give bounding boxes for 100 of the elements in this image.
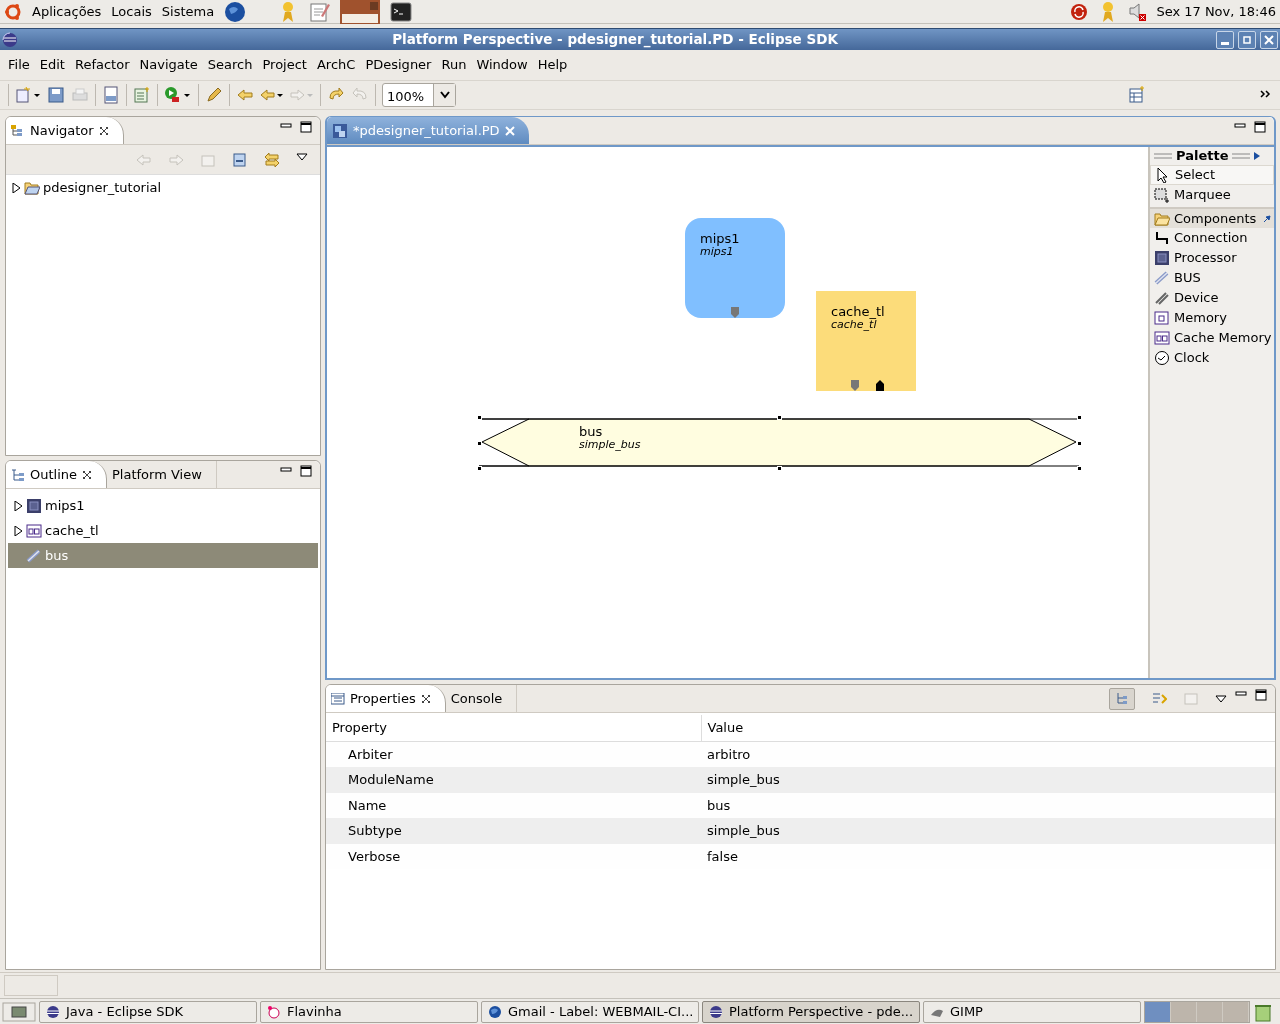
menu-item[interactable]: File	[3, 55, 35, 75]
taskbar-button[interactable]: Gmail - Label: WEBMAIL-CI...	[481, 1000, 699, 1023]
palette-item[interactable]: Device	[1150, 288, 1274, 308]
palette-tool[interactable]: Select	[1150, 165, 1274, 185]
globe-icon[interactable]	[224, 0, 247, 23]
menu-item[interactable]: Project	[257, 55, 312, 75]
pencil-icon[interactable]	[205, 86, 223, 104]
tree-item[interactable]: pdesigner_tutorial	[43, 177, 162, 198]
logo-icon[interactable]	[4, 2, 22, 21]
maximize-icon[interactable]	[300, 121, 312, 133]
taskbar-button[interactable]: Java - Eclipse SDK	[39, 1000, 257, 1023]
column-header[interactable]: Property	[326, 715, 701, 741]
selection-handle[interactable]	[477, 440, 482, 446]
show-desktop-icon[interactable]	[2, 1001, 36, 1022]
panel-menu[interactable]: Sistema	[161, 1, 215, 22]
palette-tool[interactable]: Marquee	[1150, 185, 1274, 205]
chip-icon	[26, 497, 42, 514]
run-icon[interactable]	[164, 86, 192, 104]
selection-handle[interactable]	[777, 415, 782, 420]
new-file-icon[interactable]	[15, 86, 41, 104]
close-icon[interactable]	[420, 693, 431, 704]
menu-item[interactable]: ArchC	[311, 55, 361, 75]
tree-item[interactable]: mips1	[8, 493, 318, 518]
grip-icon	[1232, 153, 1251, 159]
close-icon[interactable]	[82, 469, 93, 480]
column-header[interactable]: Value	[701, 715, 1275, 741]
selection-handle[interactable]	[477, 415, 482, 420]
cache-node[interactable]: cache_tl cache_tl	[816, 291, 916, 391]
bus-node[interactable]: bus simple_bus	[479, 417, 1079, 468]
selection-handle[interactable]	[1077, 415, 1082, 420]
back-icon[interactable]	[260, 86, 284, 104]
expand-arrow-icon[interactable]	[1254, 152, 1261, 160]
speaker-muted-icon[interactable]	[1128, 1, 1147, 22]
panel-menu[interactable]: Aplicações	[32, 1, 102, 22]
menu-item[interactable]: Refactor	[69, 55, 135, 75]
table-row[interactable]: Name bus	[326, 792, 1275, 818]
processor-node[interactable]: mips1 mips1	[685, 218, 785, 318]
table-row[interactable]: Arbiter arbitro	[326, 741, 1275, 767]
view-tab[interactable]: Navigator	[6, 117, 124, 144]
node-name: mips1	[700, 232, 741, 247]
view-tab[interactable]: Outline	[6, 461, 108, 488]
minimize-button[interactable]	[1216, 30, 1234, 49]
palette-item[interactable]: Connection	[1150, 228, 1274, 248]
view-tab[interactable]: Platform View	[107, 461, 217, 488]
port-marker	[731, 307, 739, 318]
palette-item[interactable]: Clock	[1150, 348, 1274, 368]
menu-item[interactable]: PDesigner	[360, 55, 437, 75]
palette-item[interactable]: Processor	[1150, 248, 1274, 268]
zoom-combo[interactable]: 100%	[382, 83, 456, 107]
terminal-icon[interactable]	[390, 0, 413, 23]
maximize-icon[interactable]	[1254, 121, 1266, 133]
view-tab[interactable]: Properties	[326, 685, 446, 712]
maximize-icon[interactable]	[300, 465, 312, 477]
panel-menu[interactable]: Locais	[111, 1, 152, 22]
close-icon[interactable]	[98, 125, 109, 136]
palette-drawer[interactable]: Components	[1150, 207, 1274, 228]
save-icon[interactable]	[47, 86, 65, 104]
taskbar-button[interactable]: GIMP	[923, 1000, 1141, 1023]
update-icon[interactable]	[1070, 2, 1089, 21]
menu-item[interactable]: Window	[471, 55, 533, 75]
window-thumbnail-icon[interactable]	[340, 0, 381, 24]
taskbar-button[interactable]: Platform Perspective - pde...	[702, 1000, 920, 1023]
palette-item[interactable]: BUS	[1150, 268, 1274, 288]
menu-item[interactable]: Help	[532, 55, 573, 75]
notepad-icon[interactable]	[308, 0, 331, 23]
selection-handle[interactable]	[1077, 466, 1082, 471]
clock[interactable]: Sex 17 Nov, 18:46	[1156, 1, 1276, 22]
view-menu-icon[interactable]	[1215, 694, 1227, 703]
maximize-icon[interactable]	[1255, 689, 1267, 701]
selection-handle[interactable]	[477, 466, 482, 471]
close-button[interactable]	[1260, 30, 1278, 49]
collapsed-icon[interactable]	[14, 525, 23, 536]
tree-item[interactable]: cache_tl	[8, 518, 318, 543]
menu-item[interactable]: Navigate	[134, 55, 203, 75]
sphere-icon[interactable]	[2, 31, 18, 48]
palette-item[interactable]: Cache Memory	[1150, 328, 1274, 348]
double-box-icon	[1154, 330, 1170, 346]
folder-icon	[24, 180, 40, 195]
menu-item[interactable]: Run	[436, 55, 472, 75]
palette-item[interactable]: Memory	[1150, 308, 1274, 328]
chip-icon	[1154, 250, 1170, 266]
sphere-icon	[46, 1004, 60, 1019]
view-tab[interactable]: Console	[445, 685, 518, 712]
collapsed-icon[interactable]	[14, 500, 23, 511]
port-marker	[876, 380, 884, 391]
menu-item[interactable]: Search	[202, 55, 258, 75]
maximize-button[interactable]	[1238, 30, 1256, 49]
selection-handle[interactable]	[777, 466, 782, 471]
workspace-switcher[interactable]	[1144, 1000, 1250, 1023]
link-editor-icon[interactable]	[264, 151, 280, 168]
table-row[interactable]: Verbose false	[326, 843, 1275, 869]
taskbar-button[interactable]: Flavinha	[260, 1000, 478, 1023]
binary-file-icon[interactable]	[102, 86, 120, 104]
collapsed-icon[interactable]	[12, 182, 21, 193]
selection-handle[interactable]	[1077, 440, 1082, 446]
table-row[interactable]: ModuleName simple_bus	[326, 767, 1275, 793]
menu-item[interactable]: Edit	[34, 55, 70, 75]
collapse-all-icon[interactable]	[232, 151, 248, 168]
open-perspective-icon[interactable]	[1128, 86, 1146, 104]
table-row[interactable]: Subtype simple_bus	[326, 818, 1275, 844]
